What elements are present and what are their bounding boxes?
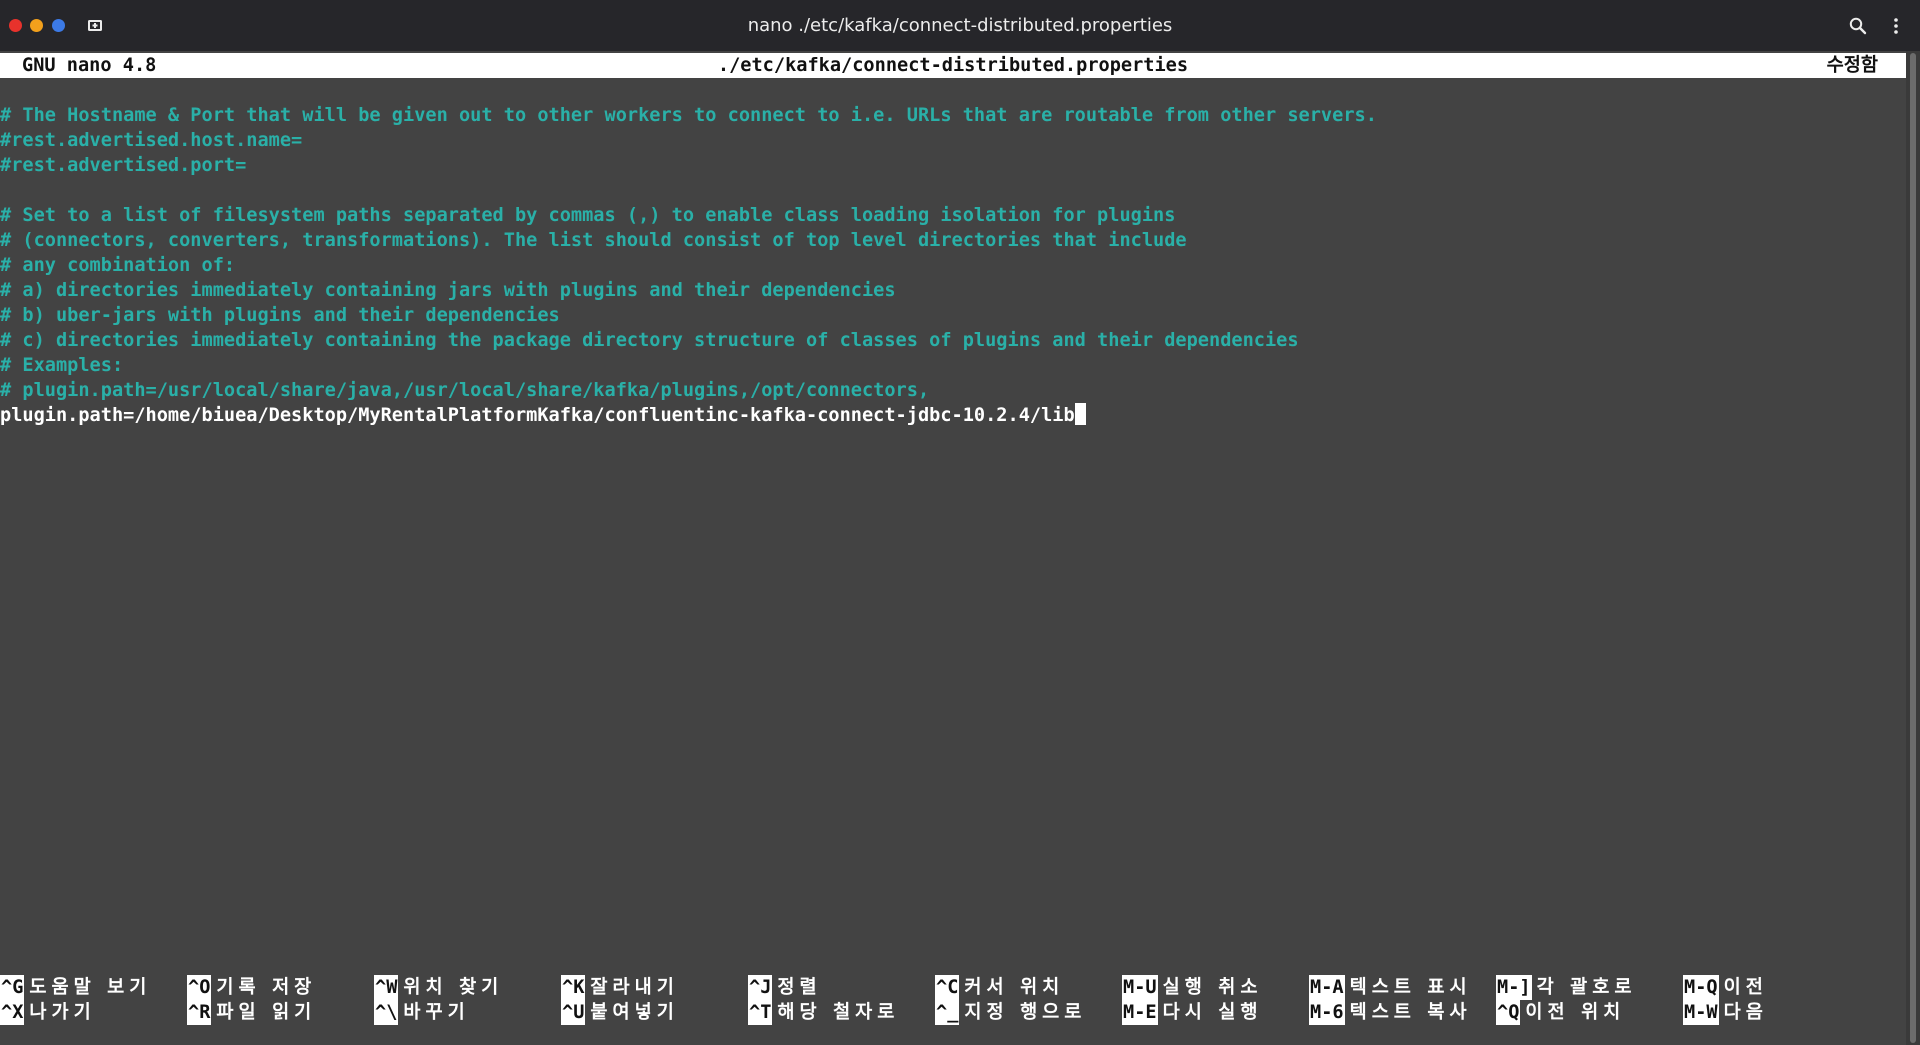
shortcut-label: 이전: [1723, 977, 1768, 998]
shortcut-label: 텍스트 복사: [1349, 1002, 1472, 1023]
shortcut-item: ^W 위치 찾기: [374, 975, 503, 1000]
shortcut-label: 해당 철자로: [777, 1002, 900, 1023]
comment-line: # The Hostname & Port that will be given…: [0, 103, 1906, 128]
shortcut-item: ^T 해당 철자로: [748, 1000, 899, 1025]
line-text: plugin.path=/home/biuea/Desktop/MyRental…: [0, 405, 1075, 426]
comment-line: # a) directories immediately containing …: [0, 278, 1906, 303]
shortcut-item: M-A 텍스트 표시: [1309, 975, 1472, 1000]
shortcut-item: M-W 다음: [1683, 1000, 1768, 1025]
comment-line: # b) uber-jars with plugins and their de…: [0, 303, 1906, 328]
shortcut-item: M-E 다시 실행: [1122, 1000, 1263, 1025]
shortcut-label: 이전 위치: [1525, 1002, 1626, 1023]
shortcut-item: ^C 커서 위치: [935, 975, 1064, 1000]
shortcut-item: ^R 파일 읽기: [187, 1000, 316, 1025]
shortcut-label: 다음: [1723, 1002, 1768, 1023]
shortcut-label: 붙여넣기: [590, 1002, 679, 1023]
shortcut-key: ^K: [561, 975, 586, 1000]
shortcut-label: 실행 취소: [1162, 977, 1263, 998]
line-text: # any combination of:: [0, 255, 236, 276]
shortcut-key: ^U: [561, 1000, 586, 1025]
shortcut-item: ^_ 지정 행으로: [935, 1000, 1086, 1025]
shortcut-key: M-]: [1496, 975, 1532, 1000]
nano-header-bar: ./etc/kafka/connect-distributed.properti…: [0, 53, 1906, 78]
shortcut-item: M-6 텍스트 복사: [1309, 1000, 1472, 1025]
shortcut-key: ^\: [374, 1000, 399, 1025]
shortcut-key: ^T: [748, 1000, 773, 1025]
line-text: # b) uber-jars with plugins and their de…: [0, 305, 560, 326]
comment-line: #rest.advertised.host.name=: [0, 128, 1906, 153]
shortcut-key: ^J: [748, 975, 773, 1000]
scrollbar-thumb[interactable]: [1910, 53, 1916, 1043]
window-title: nano ./etc/kafka/connect-distributed.pro…: [747, 15, 1173, 36]
config-line: plugin.path=/home/biuea/Desktop/MyRental…: [0, 403, 1906, 428]
line-text: # plugin.path=/usr/local/share/java,/usr…: [0, 380, 930, 401]
nano-filename: ./etc/kafka/connect-distributed.properti…: [717, 55, 1189, 76]
shortcut-key: ^Q: [1496, 1000, 1521, 1025]
shortcut-label: 정렬: [777, 977, 822, 998]
comment-line: # c) directories immediately containing …: [0, 328, 1906, 353]
shortcut-label: 커서 위치: [964, 977, 1065, 998]
shortcut-item: M-] 각 괄호로: [1496, 975, 1637, 1000]
line-text: #rest.advertised.host.name=: [0, 130, 303, 151]
shortcut-label: 다시 실행: [1162, 1002, 1263, 1023]
shortcut-item: ^J 정렬: [748, 975, 822, 1000]
shortcut-label: 지정 행으로: [964, 1002, 1087, 1023]
shortcut-label: 바꾸기: [403, 1002, 470, 1023]
shortcut-label: 위치 찾기: [403, 977, 504, 998]
line-text: # (connectors, converters, transformatio…: [0, 230, 1187, 251]
line-text: # Set to a list of filesystem paths sepa…: [0, 205, 1176, 226]
shortcut-label: 텍스트 표시: [1349, 977, 1472, 998]
shortcut-label: 잘라내기: [590, 977, 679, 998]
line-text: # a) directories immediately containing …: [0, 280, 896, 301]
editor-text-area[interactable]: # The Hostname & Port that will be given…: [0, 103, 1906, 428]
nano-version: GNU nano 4.8: [22, 55, 157, 76]
comment-line: # Set to a list of filesystem paths sepa…: [0, 203, 1906, 228]
shortcut-item: ^K 잘라내기: [561, 975, 679, 1000]
shortcut-key: M-E: [1122, 1000, 1158, 1025]
shortcut-key: ^C: [935, 975, 960, 1000]
shortcut-key: M-Q: [1683, 975, 1719, 1000]
shortcut-key: ^R: [187, 1000, 212, 1025]
shortcut-key: ^G: [0, 975, 25, 1000]
line-text: # c) directories immediately containing …: [0, 330, 1299, 351]
comment-line: #rest.advertised.port=: [0, 153, 1906, 178]
shortcut-item: ^\ 바꾸기: [374, 1000, 470, 1025]
line-text: # Examples:: [0, 355, 124, 376]
comment-line: # (connectors, converters, transformatio…: [0, 228, 1906, 253]
shortcut-key: M-6: [1309, 1000, 1345, 1025]
shortcut-item: ^Q 이전 위치: [1496, 1000, 1625, 1025]
modified-status: 수정함: [1826, 55, 1878, 76]
line-text: #rest.advertised.port=: [0, 155, 247, 176]
text-cursor: [1074, 403, 1086, 425]
title-bar: nano ./etc/kafka/connect-distributed.pro…: [0, 0, 1920, 51]
comment-line: # any combination of:: [0, 253, 1906, 278]
shortcut-label: 도움말 보기: [29, 977, 152, 998]
shortcut-label: 나가기: [29, 1002, 96, 1023]
shortcut-key: M-W: [1683, 1000, 1719, 1025]
shortcut-item: ^X 나가기: [0, 1000, 96, 1025]
shortcut-key: M-A: [1309, 975, 1345, 1000]
terminal-window: nano ./etc/kafka/connect-distributed.pro…: [0, 0, 1920, 1045]
shortcut-item: ^O 기록 저장: [187, 975, 316, 1000]
shortcut-label: 파일 읽기: [216, 1002, 317, 1023]
shortcut-label: 각 괄호로: [1536, 977, 1637, 998]
shortcut-item: ^U 붙여넣기: [561, 1000, 679, 1025]
shortcut-key: ^_: [935, 1000, 960, 1025]
shortcut-item: ^G 도움말 보기: [0, 975, 151, 1000]
comment-line: # plugin.path=/usr/local/share/java,/usr…: [0, 378, 1906, 403]
shortcut-label: 기록 저장: [216, 977, 317, 998]
comment-line: # Examples:: [0, 353, 1906, 378]
terminal-scrollbar[interactable]: [1906, 51, 1920, 1045]
line-text: # The Hostname & Port that will be given…: [0, 105, 1377, 126]
shortcut-item: M-Q 이전: [1683, 975, 1768, 1000]
shortcut-key: ^X: [0, 1000, 25, 1025]
shortcut-item: M-U 실행 취소: [1122, 975, 1263, 1000]
shortcut-key: M-U: [1122, 975, 1158, 1000]
shortcut-key: ^O: [187, 975, 212, 1000]
shortcut-key: ^W: [374, 975, 399, 1000]
terminal-content[interactable]: ./etc/kafka/connect-distributed.properti…: [0, 51, 1906, 1045]
kebab-menu-icon[interactable]: [1891, 16, 1901, 36]
search-icon[interactable]: [1848, 16, 1868, 36]
